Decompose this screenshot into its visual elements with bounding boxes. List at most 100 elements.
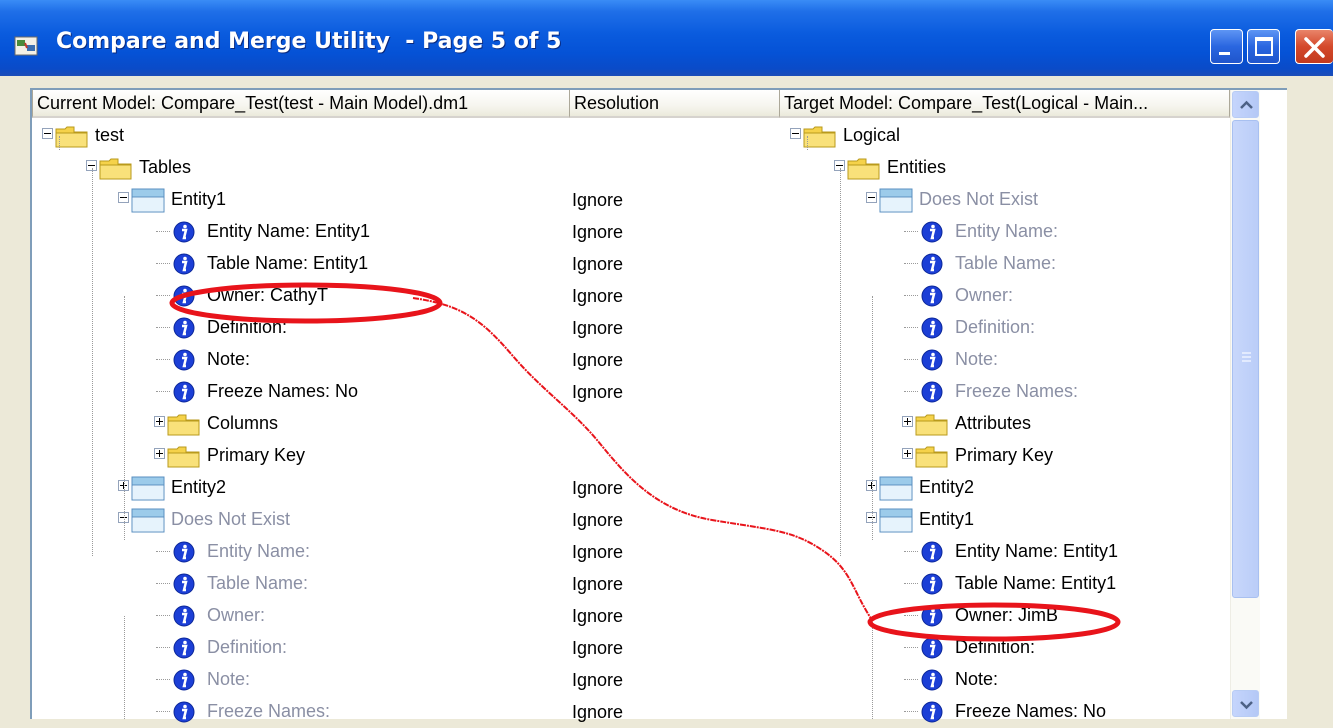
scroll-thumb[interactable] <box>1232 120 1259 598</box>
resolution-value[interactable]: Ignore <box>572 478 623 499</box>
resolution-value[interactable]: Ignore <box>572 542 623 563</box>
resolution-value[interactable]: Ignore <box>572 190 623 211</box>
info-icon <box>921 221 943 243</box>
right-tree-row[interactable]: Entity1 <box>780 504 1230 536</box>
right-tree-row[interactable]: Note: <box>780 664 1230 696</box>
right-tree-row[interactable]: Definition: <box>780 312 1230 344</box>
resolution-value[interactable]: Ignore <box>572 606 623 627</box>
right-tree-row[interactable]: Owner: JimB <box>780 600 1230 632</box>
left-tree-row[interactable]: Entity1 Ignore <box>32 184 780 216</box>
info-icon <box>921 349 943 371</box>
left-tree-row[interactable]: Tables <box>32 152 780 184</box>
column-header: Current Model: Compare_Test(test - Main … <box>32 90 1230 118</box>
tree-guide-line <box>872 296 873 540</box>
info-icon <box>921 541 943 563</box>
resolution-value[interactable]: Ignore <box>572 574 623 595</box>
left-tree-row[interactable]: Owner: Ignore <box>32 600 780 632</box>
tree-item-label: Definition: <box>955 317 1036 337</box>
right-tree-row[interactable]: Primary Key <box>780 440 1230 472</box>
tree-item-label: Columns <box>207 413 279 433</box>
resolution-value[interactable]: Ignore <box>572 254 623 275</box>
compare-tree-panel: Current Model: Compare_Test(test - Main … <box>30 88 1287 723</box>
left-tree-row[interactable]: Note: Ignore <box>32 344 780 376</box>
collapse-toggle-icon[interactable] <box>118 192 129 203</box>
info-icon <box>921 669 943 691</box>
chevron-down-icon <box>1240 701 1253 710</box>
tree-guide-line <box>840 168 841 556</box>
right-tree-row[interactable]: Definition: <box>780 632 1230 664</box>
right-tree-row[interactable]: Entity Name: Entity1 <box>780 536 1230 568</box>
tree-item-label: Table Name: Entity1 <box>207 253 369 273</box>
expand-toggle-icon[interactable] <box>154 448 165 459</box>
resolution-value[interactable]: Ignore <box>572 702 623 723</box>
folder-icon <box>99 158 132 180</box>
right-tree-row[interactable]: Logical <box>780 120 1230 152</box>
scroll-down-button[interactable] <box>1232 690 1259 717</box>
tree-item-label: Primary Key <box>207 445 306 465</box>
table-entity-icon <box>879 188 913 213</box>
left-tree-row[interactable]: Columns <box>32 408 780 440</box>
left-tree-row[interactable]: Entity2 Ignore <box>32 472 780 504</box>
left-tree-row[interactable]: Primary Key <box>32 440 780 472</box>
left-tree-row[interactable]: Note: Ignore <box>32 664 780 696</box>
collapse-toggle-icon[interactable] <box>42 128 53 139</box>
resolution-value[interactable]: Ignore <box>572 318 623 339</box>
left-tree-row[interactable]: Freeze Names: No Ignore <box>32 376 780 408</box>
resolution-value[interactable]: Ignore <box>572 510 623 531</box>
info-icon <box>173 605 195 627</box>
info-icon <box>173 349 195 371</box>
tree-item-label: Table Name: <box>955 253 1057 273</box>
left-tree-row[interactable]: Entity Name: Entity1 Ignore <box>32 216 780 248</box>
right-tree-row[interactable]: Entity Name: <box>780 216 1230 248</box>
collapse-toggle-icon[interactable] <box>790 128 801 139</box>
expand-toggle-icon[interactable] <box>902 448 913 459</box>
tree-guide-line <box>807 136 808 150</box>
left-tree-row[interactable]: Definition: Ignore <box>32 312 780 344</box>
right-tree-row[interactable]: Note: <box>780 344 1230 376</box>
right-tree-row[interactable]: Entities <box>780 152 1230 184</box>
resolution-value[interactable]: Ignore <box>572 286 623 307</box>
tree-item-label: Entity Name: Entity1 <box>955 541 1119 561</box>
table-entity-icon <box>879 508 913 533</box>
right-tree-row[interactable]: Table Name: Entity1 <box>780 568 1230 600</box>
resolution-column-header[interactable]: Resolution <box>570 90 780 118</box>
left-tree-row[interactable]: Owner: CathyT Ignore <box>32 280 780 312</box>
left-tree-row[interactable]: Definition: Ignore <box>32 632 780 664</box>
scroll-up-button[interactable] <box>1232 91 1259 118</box>
right-tree-row[interactable]: Table Name: <box>780 248 1230 280</box>
left-tree-row[interactable]: test <box>32 120 780 152</box>
left-tree-row[interactable]: Freeze Names: Ignore <box>32 696 780 728</box>
right-tree-row[interactable]: Attributes <box>780 408 1230 440</box>
resolution-value[interactable]: Ignore <box>572 670 623 691</box>
maximize-button[interactable] <box>1247 29 1280 64</box>
resolution-value[interactable]: Ignore <box>572 382 623 403</box>
resolution-value[interactable]: Ignore <box>572 638 623 659</box>
info-icon <box>173 253 195 275</box>
tree-item-label: Logical <box>843 125 901 145</box>
right-tree-row[interactable]: Freeze Names: No <box>780 696 1230 728</box>
left-tree-row[interactable]: Table Name: Entity1 Ignore <box>32 248 780 280</box>
left-tree-row[interactable]: Table Name: Ignore <box>32 568 780 600</box>
right-tree-row[interactable]: Entity2 <box>780 472 1230 504</box>
expand-toggle-icon[interactable] <box>154 416 165 427</box>
close-button[interactable] <box>1295 29 1333 64</box>
tree-item-label: Does Not Exist <box>919 189 1039 209</box>
right-tree-row[interactable]: Does Not Exist <box>780 184 1230 216</box>
vertical-scrollbar[interactable] <box>1230 90 1260 719</box>
current-model-column-header[interactable]: Current Model: Compare_Test(test - Main … <box>32 90 570 118</box>
left-tree-row[interactable]: Does Not Exist Ignore <box>32 504 780 536</box>
resolution-value[interactable]: Ignore <box>572 350 623 371</box>
resolution-value[interactable]: Ignore <box>572 222 623 243</box>
tree-item-label: Tables <box>139 157 192 177</box>
minimize-button[interactable] <box>1210 29 1243 64</box>
collapse-toggle-icon[interactable] <box>866 192 877 203</box>
target-model-column-header[interactable]: Target Model: Compare_Test(Logical - Mai… <box>780 90 1230 118</box>
right-tree-row[interactable]: Freeze Names: <box>780 376 1230 408</box>
title-bar[interactable]: Compare and Merge Utility - Page 5 of 5 <box>0 0 1333 76</box>
info-icon <box>173 317 195 339</box>
tree-item-label: test <box>95 125 125 145</box>
tree-item-label: Primary Key <box>955 445 1054 465</box>
left-tree-row[interactable]: Entity Name: Ignore <box>32 536 780 568</box>
right-tree-row[interactable]: Owner: <box>780 280 1230 312</box>
expand-toggle-icon[interactable] <box>902 416 913 427</box>
